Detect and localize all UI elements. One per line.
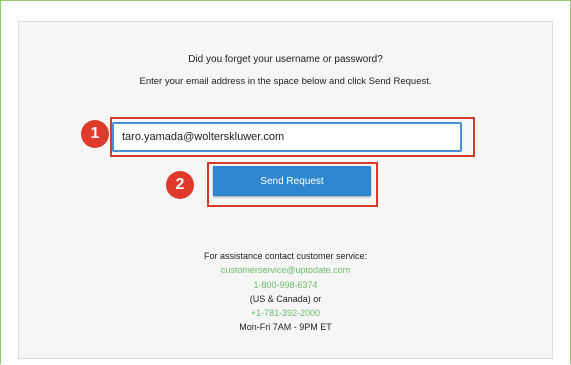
forgot-password-panel: Did you forget your username or password… (18, 21, 553, 359)
assistance-title: For assistance contact customer service: (203, 251, 368, 261)
support-hours: Mon-Fri 7AM - 9PM ET (239, 322, 332, 332)
page-title: Did you forget your username or password… (188, 54, 383, 65)
step-1-badge: 1 (81, 120, 109, 148)
send-button-highlight-box (207, 162, 378, 207)
step-2-badge: 2 (166, 171, 194, 199)
support-email-link[interactable]: customerservice@uptodate.com (19, 264, 552, 277)
region-note: (US & Canada) or (249, 294, 322, 304)
support-phone-intl-link[interactable]: +1-781-392-2000 (19, 307, 552, 320)
email-highlight-box (110, 117, 475, 157)
instructions-text: Enter your email address in the space be… (139, 76, 432, 87)
support-phone-us-link[interactable]: 1-800-998-6374 (19, 279, 552, 292)
